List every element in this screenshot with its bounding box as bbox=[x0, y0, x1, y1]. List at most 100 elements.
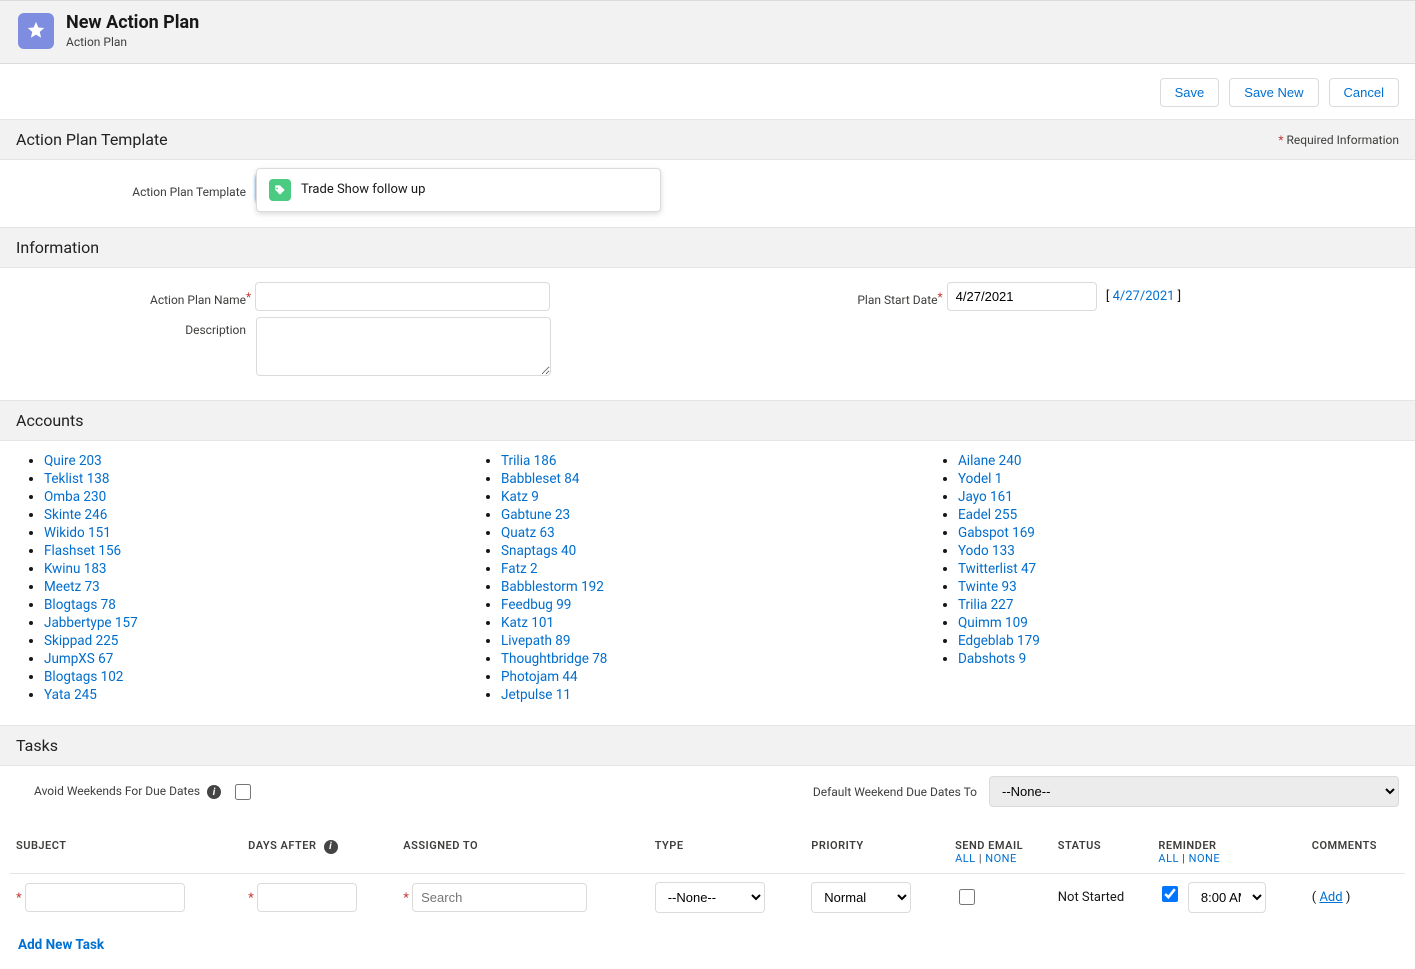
template-label: Action Plan Template bbox=[16, 179, 256, 199]
cancel-button[interactable]: Cancel bbox=[1329, 78, 1399, 107]
today-date-link[interactable]: 4/27/2021 bbox=[1113, 289, 1175, 304]
account-link[interactable]: Yodel 1 bbox=[958, 471, 1002, 487]
task-reminder-time-select[interactable]: 8:00 AM bbox=[1188, 882, 1266, 913]
account-link[interactable]: Twitterlist 47 bbox=[958, 561, 1036, 577]
account-link[interactable]: Quatz 63 bbox=[501, 525, 555, 541]
list-item: Skinte 246 bbox=[44, 507, 479, 523]
account-link[interactable]: Jabbertype 157 bbox=[44, 615, 138, 631]
template-suggestion-item[interactable]: Trade Show follow up bbox=[257, 173, 660, 207]
default-weekend-select[interactable]: --None-- bbox=[989, 776, 1399, 807]
account-link[interactable]: Trilia 227 bbox=[958, 597, 1013, 613]
account-link[interactable]: Kwinu 183 bbox=[44, 561, 107, 577]
info-icon[interactable]: i bbox=[324, 840, 338, 854]
account-link[interactable]: Jayo 161 bbox=[958, 489, 1013, 505]
task-days-after-input[interactable] bbox=[257, 883, 357, 912]
th-days-after: DAYS AFTER i bbox=[242, 831, 397, 874]
list-item: Meetz 73 bbox=[44, 579, 479, 595]
account-link[interactable]: Twinte 93 bbox=[958, 579, 1017, 595]
save-new-button[interactable]: Save New bbox=[1229, 78, 1318, 107]
name-label: Action Plan Name bbox=[16, 287, 256, 307]
account-link[interactable]: Skinte 246 bbox=[44, 507, 107, 523]
list-item: Yodel 1 bbox=[958, 471, 1393, 487]
account-link[interactable]: Yodo 133 bbox=[958, 543, 1015, 559]
account-link[interactable]: Trilia 186 bbox=[501, 453, 556, 469]
avoid-weekends-checkbox[interactable] bbox=[235, 784, 251, 800]
th-type: TYPE bbox=[649, 831, 806, 874]
list-item: Flashset 156 bbox=[44, 543, 479, 559]
task-send-email-checkbox[interactable] bbox=[959, 889, 975, 905]
account-link[interactable]: Katz 101 bbox=[501, 615, 554, 631]
start-date-input[interactable] bbox=[947, 282, 1097, 311]
list-item: Fatz 2 bbox=[501, 561, 936, 577]
account-link[interactable]: Quire 203 bbox=[44, 453, 102, 469]
list-item: Trilia 227 bbox=[958, 597, 1393, 613]
add-new-task-link[interactable]: Add New Task bbox=[0, 921, 1415, 969]
account-link[interactable]: Skippad 225 bbox=[44, 633, 118, 649]
th-priority: PRIORITY bbox=[805, 831, 949, 874]
default-weekend-label: Default Weekend Due Dates To bbox=[813, 785, 977, 799]
section-information: Information bbox=[0, 227, 1415, 268]
account-link[interactable]: Ailane 240 bbox=[958, 453, 1021, 469]
action-plan-name-input[interactable] bbox=[255, 282, 550, 311]
template-lookup-dropdown: Trade Show follow up bbox=[256, 168, 661, 212]
account-link[interactable]: Fatz 2 bbox=[501, 561, 538, 577]
task-priority-select[interactable]: Normal bbox=[811, 882, 911, 913]
reminder-none[interactable]: NONE bbox=[1189, 852, 1221, 865]
account-link[interactable]: JumpXS 67 bbox=[44, 651, 113, 667]
account-link[interactable]: Quimm 109 bbox=[958, 615, 1028, 631]
account-link[interactable]: Thoughtbridge 78 bbox=[501, 651, 607, 667]
table-row: * * * --None-- Normal Not Started 8:00 A… bbox=[10, 874, 1405, 922]
account-link[interactable]: Edgeblab 179 bbox=[958, 633, 1040, 649]
task-subject-input[interactable] bbox=[25, 883, 185, 912]
list-item: Quimm 109 bbox=[958, 615, 1393, 631]
save-button[interactable]: Save bbox=[1160, 78, 1220, 107]
account-link[interactable]: Flashset 156 bbox=[44, 543, 121, 559]
account-link[interactable]: Meetz 73 bbox=[44, 579, 100, 595]
page-header: New Action Plan Action Plan bbox=[0, 0, 1415, 64]
list-item: Thoughtbridge 78 bbox=[501, 651, 936, 667]
required-info-label: * Required Information bbox=[1278, 133, 1399, 147]
account-link[interactable]: Gabspot 169 bbox=[958, 525, 1035, 541]
section-accounts: Accounts bbox=[0, 400, 1415, 441]
th-comments: COMMENTS bbox=[1306, 831, 1405, 874]
list-item: Gabtune 23 bbox=[501, 507, 936, 523]
account-link[interactable]: Dabshots 9 bbox=[958, 651, 1026, 667]
account-link[interactable]: Babbleset 84 bbox=[501, 471, 579, 487]
account-link[interactable]: Yata 245 bbox=[44, 687, 97, 703]
account-link[interactable]: Snaptags 40 bbox=[501, 543, 576, 559]
description-textarea[interactable] bbox=[256, 317, 551, 376]
tasks-table: SUBJECT DAYS AFTER i ASSIGNED TO TYPE PR… bbox=[10, 831, 1405, 921]
account-link[interactable]: Babblestorm 192 bbox=[501, 579, 604, 595]
reminder-all[interactable]: ALL bbox=[1158, 852, 1179, 865]
account-link[interactable]: Blogtags 102 bbox=[44, 669, 123, 685]
send-email-none[interactable]: NONE bbox=[985, 852, 1017, 865]
list-item: Kwinu 183 bbox=[44, 561, 479, 577]
account-link[interactable]: Katz 9 bbox=[501, 489, 539, 505]
task-assigned-to-input[interactable] bbox=[412, 883, 587, 912]
list-item: Eadel 255 bbox=[958, 507, 1393, 523]
account-link[interactable]: Blogtags 78 bbox=[44, 597, 116, 613]
account-link[interactable]: Wikido 151 bbox=[44, 525, 111, 541]
action-buttons: Save Save New Cancel bbox=[0, 64, 1415, 107]
required-mark: * bbox=[246, 290, 251, 304]
list-item: Teklist 138 bbox=[44, 471, 479, 487]
start-date-label: Plan Start Date bbox=[728, 287, 948, 307]
task-reminder-checkbox[interactable] bbox=[1162, 886, 1178, 902]
account-link[interactable]: Feedbug 99 bbox=[501, 597, 571, 613]
account-link[interactable]: Omba 230 bbox=[44, 489, 106, 505]
task-comments-add-link[interactable]: Add bbox=[1319, 890, 1342, 905]
accounts-list: Quire 203 Teklist 138 Omba 230 Skinte 246 Wi… bbox=[0, 441, 1415, 725]
list-item: Yodo 133 bbox=[958, 543, 1393, 559]
account-link[interactable]: Eadel 255 bbox=[958, 507, 1017, 523]
account-link[interactable]: Gabtune 23 bbox=[501, 507, 570, 523]
account-link[interactable]: Jetpulse 11 bbox=[501, 687, 571, 703]
task-type-select[interactable]: --None-- bbox=[655, 882, 765, 913]
info-icon[interactable]: i bbox=[207, 785, 221, 799]
account-link[interactable]: Livepath 89 bbox=[501, 633, 570, 649]
today-date-hint: [ 4/27/2021 ] bbox=[1103, 289, 1181, 304]
account-link[interactable]: Photojam 44 bbox=[501, 669, 578, 685]
account-link[interactable]: Teklist 138 bbox=[44, 471, 109, 487]
send-email-all[interactable]: ALL bbox=[955, 852, 976, 865]
list-item: Blogtags 102 bbox=[44, 669, 479, 685]
action-plan-icon bbox=[18, 13, 54, 49]
